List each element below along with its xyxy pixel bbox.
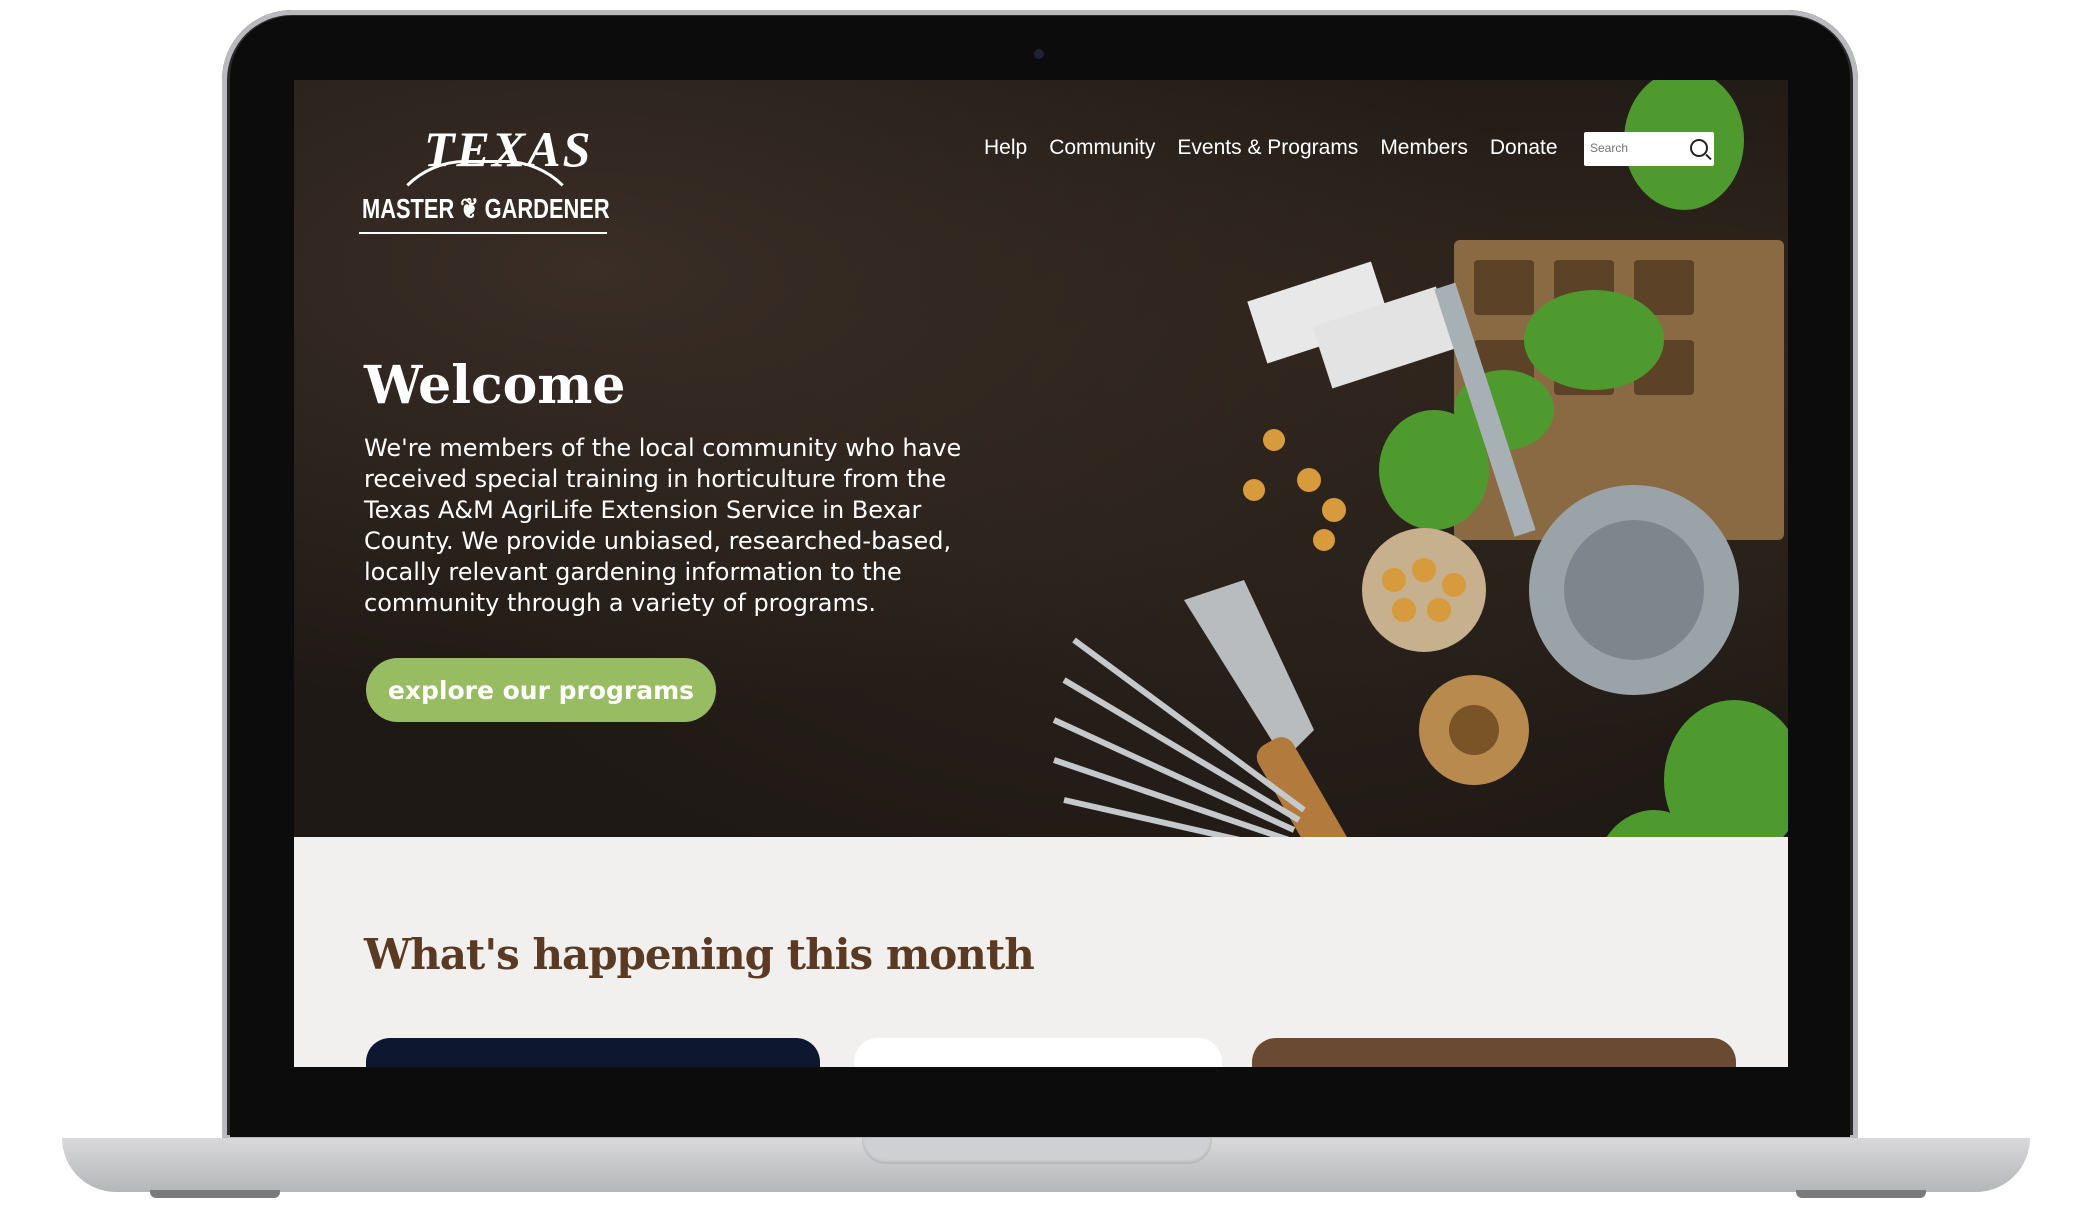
search-input[interactable] (1584, 132, 1692, 164)
event-card[interactable] (854, 1038, 1222, 1067)
nav-item-community[interactable]: Community (1049, 136, 1155, 160)
screen-chin (230, 1067, 1850, 1137)
search-icon[interactable] (1690, 139, 1708, 157)
laptop-opening-notch (862, 1138, 1212, 1164)
section-title: What's happening this month (364, 930, 1035, 979)
browser-screen: TEXAS MASTER ❦ GARDENER Help Community E… (294, 80, 1788, 1067)
logo-underline (359, 232, 607, 234)
texas-master-gardener-logo[interactable]: TEXAS MASTER ❦ GARDENER (354, 120, 614, 240)
hero-title: Welcome (364, 355, 626, 416)
hero-banner: TEXAS MASTER ❦ GARDENER Help Community E… (294, 80, 1788, 837)
main-navigation: Help Community Events & Programs Members… (984, 136, 1558, 160)
nav-item-members[interactable]: Members (1380, 136, 1468, 160)
hero-description: We're members of the local community who… (364, 434, 962, 617)
nav-item-donate[interactable]: Donate (1490, 136, 1558, 160)
laptop-foot (150, 1190, 280, 1198)
camera-icon (1034, 49, 1044, 59)
laptop-foot (1796, 1190, 1926, 1198)
explore-programs-button[interactable]: explore our programs (366, 658, 716, 722)
search-box (1584, 132, 1714, 166)
event-card[interactable] (366, 1038, 820, 1067)
logo-subtitle: MASTER ❦ GARDENER (362, 193, 610, 224)
nav-item-help[interactable]: Help (984, 136, 1027, 160)
event-card[interactable] (1252, 1038, 1736, 1067)
nav-item-events-programs[interactable]: Events & Programs (1177, 136, 1358, 160)
